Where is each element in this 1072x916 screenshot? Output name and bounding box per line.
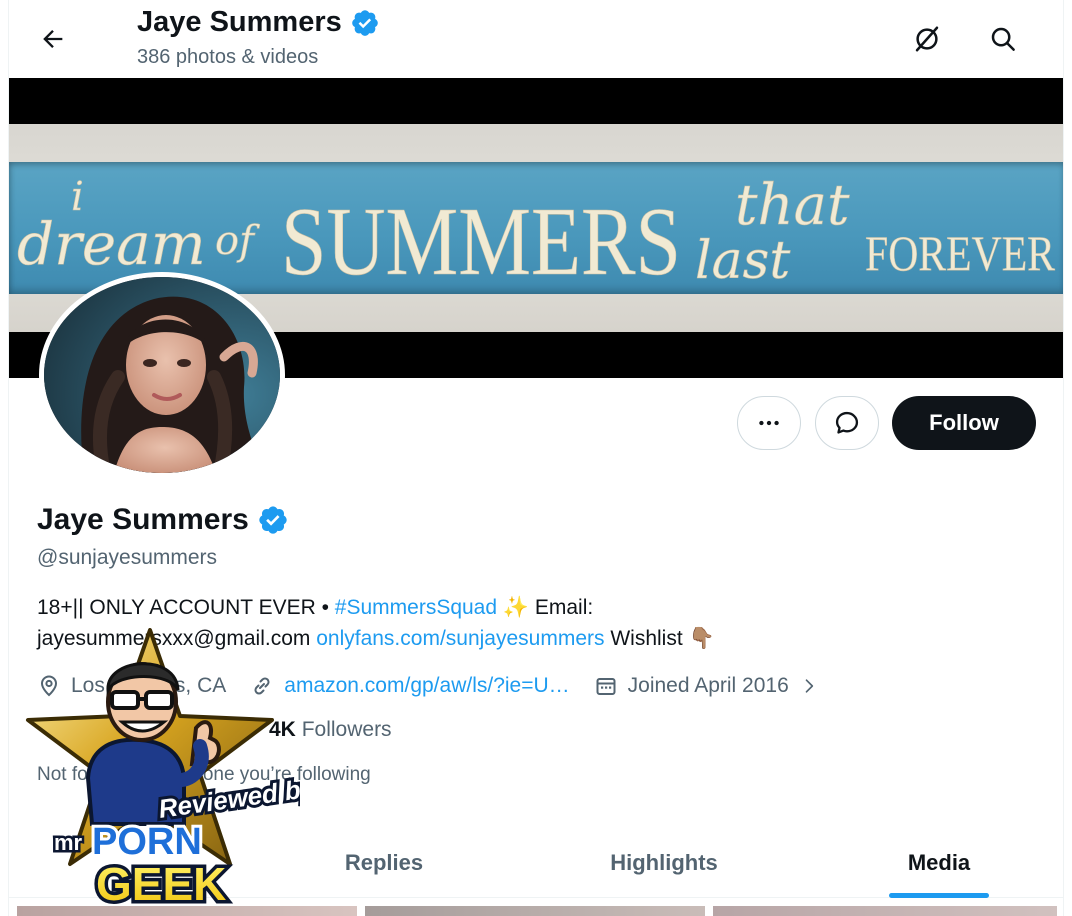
header-title: Jaye Summers	[137, 6, 342, 38]
bio-email: jayesummersxxx@gmail.com	[37, 627, 317, 650]
profile-name: Jaye Summers	[37, 503, 249, 536]
bio-text-1: 18+|| ONLY ACCOUNT EVER •	[37, 596, 335, 619]
profile-stats: 4K Followers	[37, 718, 392, 742]
more-options-button[interactable]	[737, 396, 801, 450]
media-grid	[9, 906, 1063, 916]
profile-header: Jaye Summers 386 photos & videos	[9, 0, 1063, 78]
verified-badge-icon	[351, 9, 378, 36]
followers-label: Followers	[301, 718, 392, 741]
bio-wishlist: Wishlist	[604, 627, 689, 650]
banner-text-that: that	[735, 173, 850, 238]
location-pin-icon	[40, 675, 58, 697]
joined-text: Joined April 2016	[627, 674, 789, 697]
onlyfans-link[interactable]: onlyfans.com/sunjayesummers	[316, 627, 604, 650]
profile-handle: @sunjayesummers	[37, 546, 218, 569]
search-icon	[991, 27, 1015, 51]
followers-count: 4K	[269, 718, 296, 741]
more-dots-icon	[759, 420, 779, 426]
banner-text-last: last	[695, 231, 790, 291]
media-thumbnail[interactable]	[365, 906, 705, 916]
tab-media-label: Media	[907, 850, 971, 875]
banner-text-dream: dream	[17, 210, 206, 278]
website-link[interactable]: amazon.com/gp/aw/ls/?ie=U…	[284, 674, 569, 698]
link-icon	[254, 677, 270, 695]
tab-highlights-label: Highlights	[610, 850, 718, 875]
verified-badge-icon[interactable]	[257, 504, 289, 536]
grok-icon	[915, 26, 939, 52]
banner-text-summers: SUMMERS	[281, 188, 681, 294]
tab-active-indicator	[889, 893, 989, 898]
profile-bio: 18+|| ONLY ACCOUNT EVER • #SummersSquad …	[37, 592, 1047, 654]
location-item: Los Angeles, CA	[37, 674, 226, 698]
profile-tabs: Replies Highlights Media	[9, 828, 1063, 898]
location-text: Los Angeles, CA	[71, 674, 227, 697]
follow-button[interactable]: Follow	[892, 396, 1036, 450]
bio-text-2: Email:	[529, 596, 594, 619]
sparkle-emoji: ✨	[502, 596, 530, 619]
joined-item[interactable]: Joined April 2016	[594, 674, 819, 698]
website-item[interactable]: amazon.com/gp/aw/ls/?ie=U…	[250, 674, 570, 698]
message-button[interactable]	[815, 396, 879, 450]
chevron-right-icon	[805, 679, 813, 693]
chat-bubble-icon	[835, 411, 859, 434]
grok-button[interactable]	[905, 17, 949, 61]
banner-text-forever: FOREVER	[865, 225, 1056, 281]
header-subtitle: 386 photos & videos	[137, 46, 319, 68]
tab-media[interactable]: Media	[889, 828, 989, 898]
media-thumbnail[interactable]	[713, 906, 1057, 916]
avatar-photo	[44, 277, 280, 473]
banner-text-of: of	[215, 218, 260, 264]
tab-highlights[interactable]: Highlights	[579, 828, 749, 898]
followers-stat[interactable]: 4K Followers	[269, 718, 392, 742]
profile-page: Jaye Summers 386 photos & videos i dream…	[8, 0, 1064, 916]
profile-name-row: Jaye Summers	[37, 503, 289, 537]
profile-meta: Los Angeles, CA amazon.com/gp/aw/ls/?ie=…	[37, 670, 843, 702]
tab-replies-label: Replies	[344, 850, 424, 875]
media-thumbnail[interactable]	[17, 906, 357, 916]
tab-replies[interactable]: Replies	[309, 828, 459, 898]
arrow-left-icon	[43, 30, 63, 48]
calendar-icon	[596, 678, 616, 695]
back-button[interactable]	[31, 17, 75, 61]
header-title-row: Jaye Summers	[137, 6, 380, 39]
profile-avatar[interactable]	[39, 272, 285, 478]
followed-by-note: Not followed by anyone you’re following	[37, 764, 371, 785]
search-button[interactable]	[981, 17, 1025, 61]
hashtag-link[interactable]: #SummersSquad	[335, 596, 497, 619]
pointing-down-emoji: 👇🏽	[688, 627, 715, 650]
